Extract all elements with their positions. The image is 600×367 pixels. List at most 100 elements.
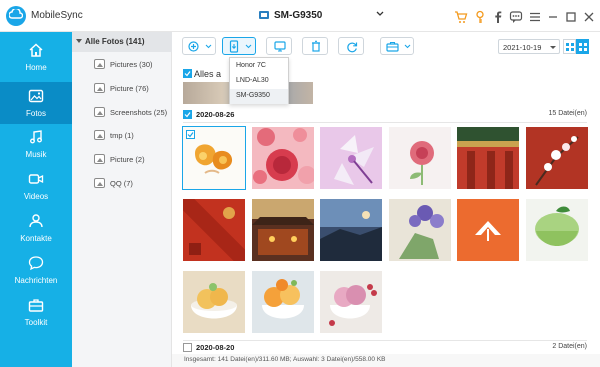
photo-thumbnail[interactable]: [183, 271, 245, 333]
tree-root-all-photos[interactable]: Alle Fotos (141): [72, 32, 172, 52]
export-to-device-button[interactable]: [222, 37, 256, 55]
photo-thumbnail[interactable]: [457, 127, 519, 189]
photo-image: [526, 127, 588, 189]
facebook-icon[interactable]: [491, 10, 505, 24]
sidebar-item-nachrichten[interactable]: Nachrichten: [0, 249, 72, 291]
sidebar-item-videos[interactable]: Videos: [0, 165, 72, 207]
delete-button[interactable]: [302, 37, 328, 55]
photo-thumbnail[interactable]: [320, 271, 382, 333]
minimize-icon[interactable]: [546, 10, 560, 24]
tree-root-label: Alle Fotos (141): [85, 37, 145, 46]
dropdown-item-label: SM-G9350: [236, 92, 270, 99]
sidebar-item-home[interactable]: Home: [0, 36, 72, 78]
photo-thumbnail[interactable]: [183, 199, 245, 261]
music-icon: [30, 130, 42, 144]
album-label: QQ (7): [110, 179, 133, 188]
key-icon[interactable]: [473, 10, 487, 24]
photo-icon: [28, 89, 44, 103]
photo-thumbnail[interactable]: [320, 127, 382, 189]
sidebar-item-toolkit[interactable]: Toolkit: [0, 291, 72, 333]
sidebar-item-label: Musik: [25, 150, 47, 159]
app-logo-icon: [6, 6, 26, 26]
export-to-device-icon: [229, 40, 239, 53]
divider: [183, 122, 587, 123]
album-icon: [94, 59, 105, 69]
cart-icon[interactable]: [454, 10, 468, 24]
date-filter-select[interactable]: 2021-10-19: [498, 39, 560, 54]
add-button[interactable]: [182, 37, 216, 55]
chevron-down-icon: [550, 46, 556, 49]
dropdown-item-label: LND-AL30: [236, 77, 269, 84]
album-tree: Alle Fotos (141) Pictures (30) Picture (…: [72, 32, 172, 367]
chat-icon[interactable]: [509, 10, 523, 24]
group-count: 15 Datei(en): [548, 110, 587, 117]
photo-thumbnail[interactable]: [526, 199, 588, 261]
album-label: tmp (1): [110, 131, 134, 140]
photo-thumbnail[interactable]: [252, 271, 314, 333]
chevron-down-icon: [404, 44, 411, 49]
grid-view-button[interactable]: [576, 39, 589, 54]
album-icon: [94, 154, 105, 164]
toolbox-button[interactable]: [380, 37, 414, 55]
checkmark-icon: [184, 71, 191, 77]
select-all-checkbox[interactable]: [183, 69, 192, 78]
album-label: Picture (2): [110, 155, 145, 164]
group-checkbox[interactable]: [183, 343, 192, 352]
checkmark-icon: [187, 132, 194, 138]
dropdown-item-sm-g9350[interactable]: SM-G9350: [230, 89, 288, 104]
checkmark-icon: [184, 112, 191, 118]
photo-thumbnail[interactable]: [526, 127, 588, 189]
photo-image: [252, 127, 314, 189]
status-bar: Insgesamt: 141 Datei(en)/311.60 MB; Ausw…: [172, 354, 600, 367]
device-selector[interactable]: SM-G9350: [258, 8, 384, 24]
photo-image: [389, 127, 451, 189]
thumbnail-checkbox[interactable]: [186, 130, 195, 139]
dropdown-item-lnd-al30[interactable]: LND-AL30: [230, 74, 288, 89]
sidebar-item-label: Toolkit: [24, 318, 48, 327]
photo-image: [320, 199, 382, 261]
album-icon: [94, 178, 105, 188]
sidebar-item-fotos[interactable]: Fotos: [0, 82, 72, 124]
list-view-button[interactable]: [563, 39, 576, 54]
album-icon: [94, 130, 105, 140]
group-checkbox[interactable]: [183, 110, 192, 119]
sidebar-item-kontakte[interactable]: Kontakte: [0, 207, 72, 249]
photo-thumbnail[interactable]: [457, 199, 519, 261]
contacts-icon: [29, 214, 43, 228]
chevron-down-icon: [205, 44, 212, 49]
dropdown-item-honor-7c[interactable]: Honor 7C: [230, 59, 288, 74]
photo-thumbnail[interactable]: [389, 199, 451, 261]
refresh-button[interactable]: [338, 37, 364, 55]
export-to-pc-button[interactable]: [266, 37, 292, 55]
photo-image: [320, 127, 382, 189]
select-all-label: Alles a: [194, 69, 222, 79]
export-to-pc-icon: [274, 41, 286, 52]
photo-thumbnail[interactable]: [182, 126, 246, 190]
photo-thumbnail[interactable]: [389, 127, 451, 189]
photo-image: [526, 199, 588, 261]
group-count: 2 Datei(en): [552, 343, 587, 350]
device-name: SM-G9350: [274, 10, 323, 21]
photo-image: [389, 199, 451, 261]
refresh-icon: [347, 42, 358, 53]
photo-thumbnail[interactable]: [252, 199, 314, 261]
grid-icon: [579, 43, 587, 51]
photo-image: [320, 271, 382, 333]
album-label: Picture (76): [110, 84, 149, 93]
album-icon: [94, 107, 105, 117]
video-icon: [28, 174, 44, 184]
photo-image: [457, 199, 519, 261]
caret-down-icon: [76, 39, 82, 43]
maximize-icon[interactable]: [564, 10, 578, 24]
photo-thumbnail[interactable]: [252, 127, 314, 189]
menu-icon[interactable]: [528, 10, 542, 24]
date-group-header: 2020-08-20 2 Datei(en): [172, 341, 600, 355]
phone-icon: [259, 11, 269, 19]
chevron-down-icon: [245, 44, 252, 49]
group-date: 2020-08-26: [196, 110, 235, 119]
chevron-down-icon: [376, 11, 384, 16]
close-icon[interactable]: [582, 10, 596, 24]
photo-thumbnail[interactable]: [320, 199, 382, 261]
photo-image: [457, 127, 519, 189]
sidebar-item-musik[interactable]: Musik: [0, 123, 72, 165]
